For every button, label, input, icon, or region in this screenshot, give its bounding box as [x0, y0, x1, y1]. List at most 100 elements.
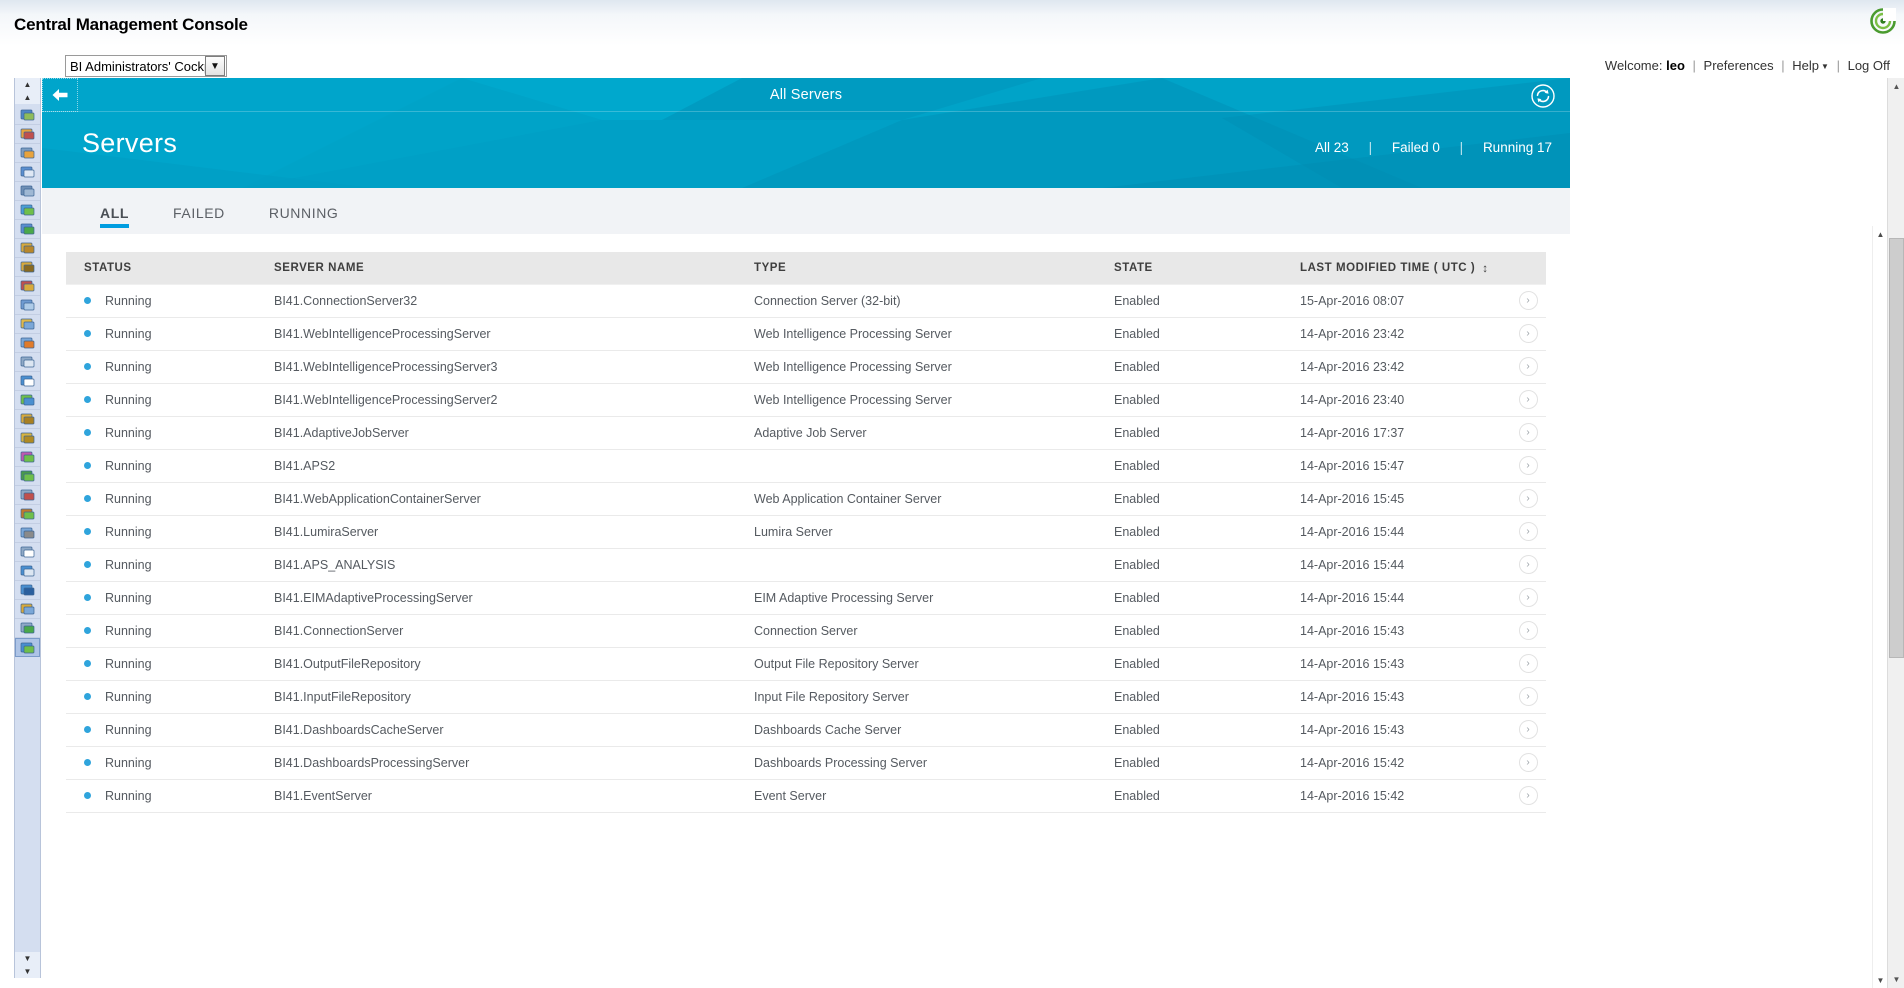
chevron-right-icon[interactable]: › — [1518, 489, 1538, 508]
table-row[interactable]: Running BI41.EIMAdaptiveProcessingServer E… — [66, 581, 1546, 615]
rail-users-icon[interactable] — [15, 125, 40, 144]
list-scrollbar[interactable]: ▲ ▼ — [1872, 226, 1887, 988]
table-row[interactable]: Running BI41.WebIntelligenceProcessingSer… — [66, 350, 1546, 384]
rail-lock-icon[interactable] — [15, 410, 40, 429]
rail-query-icon[interactable] — [15, 486, 40, 505]
table-row[interactable]: Running BI41.LumiraServer Lumira Server Ena… — [66, 515, 1546, 549]
rail-promotion-icon[interactable] — [15, 448, 40, 467]
list-scroll-up-button[interactable]: ▲ — [1873, 226, 1888, 242]
cell-status: Running — [66, 416, 256, 450]
table-row[interactable]: Running BI41.DashboardsCacheServer Dashboa… — [66, 713, 1546, 747]
table-row[interactable]: Running BI41.WebIntelligenceProcessingSer… — [66, 383, 1546, 417]
table-row[interactable]: Running BI41.ConnectionServer32 Connection… — [66, 283, 1546, 318]
rail-user-settings-icon[interactable] — [15, 277, 40, 296]
column-header-server-name[interactable]: SERVER NAME — [256, 252, 736, 284]
rail-package-icon[interactable] — [15, 505, 40, 524]
rail-audit-icon[interactable] — [15, 581, 40, 600]
rail-grid-icon[interactable] — [15, 296, 40, 315]
chevron-right-icon[interactable]: › — [1518, 324, 1538, 343]
chevron-right-icon[interactable]: › — [1518, 522, 1538, 541]
chevron-down-icon[interactable]: ▼ — [1821, 62, 1829, 71]
rail-key-icon[interactable] — [15, 429, 40, 448]
rail-sessions-icon[interactable] — [15, 600, 40, 619]
count-running[interactable]: Running 17 — [1483, 140, 1552, 155]
chevron-right-icon[interactable]: › — [1518, 687, 1538, 706]
left-icon-rail[interactable]: ▲ ▲ ▼ ▼ — [14, 78, 41, 978]
rail-database-icon[interactable] — [15, 182, 40, 201]
rail-inbox-icon[interactable] — [15, 163, 40, 182]
table-row[interactable]: Running BI41.ConnectionServer Connection S… — [66, 614, 1546, 648]
count-failed[interactable]: Failed 0 — [1392, 140, 1440, 155]
rail-scroll-up-button[interactable]: ▲ — [15, 91, 40, 104]
chevron-right-icon[interactable]: › — [1518, 555, 1538, 574]
page-scroll-down-button[interactable]: ▼ — [1888, 971, 1904, 988]
refresh-icon[interactable] — [1530, 83, 1556, 109]
rail-list-icon[interactable] — [15, 353, 40, 372]
table-row[interactable]: Running BI41.WebApplicationContainerServe… — [66, 482, 1546, 516]
page-scrollbar[interactable]: ▲ ▼ — [1887, 78, 1904, 988]
table-row[interactable]: Running BI41.WebIntelligenceProcessingSer… — [66, 317, 1546, 351]
column-header-last-modified-time[interactable]: LAST MODIFIED TIME ( UTC ) ↕ — [1282, 252, 1492, 284]
cell-type: EIM Adaptive Processing Server — [736, 581, 1096, 615]
cell-state: Enabled — [1096, 383, 1282, 417]
table-row[interactable]: Running BI41.AdaptiveJobServer Adaptive Jo… — [66, 416, 1546, 450]
rail-copy-check-icon[interactable] — [15, 619, 40, 638]
chevron-right-icon[interactable]: › — [1518, 456, 1538, 475]
column-header-state[interactable]: STATE — [1096, 252, 1282, 284]
column-header-status[interactable]: STATUS — [66, 252, 256, 284]
rail-universe-icon[interactable] — [15, 201, 40, 220]
table-row[interactable]: Running BI41.APS2 Enabled 14-Apr-2016 15:47… — [66, 449, 1546, 483]
chevron-right-icon[interactable]: › — [1518, 621, 1538, 640]
rail-servers-icon[interactable] — [15, 638, 40, 657]
count-all[interactable]: All 23 — [1315, 140, 1349, 155]
tab-all[interactable]: ALL — [100, 188, 130, 234]
rail-scroll-down-button[interactable]: ▼ — [15, 952, 40, 965]
chevron-right-icon[interactable]: › — [1518, 291, 1538, 310]
back-arrow-icon[interactable] — [42, 78, 78, 112]
status-dot-icon — [84, 560, 91, 568]
rail-folder-key-icon[interactable] — [15, 258, 40, 277]
chevron-right-icon[interactable]: › — [1518, 654, 1538, 673]
cockpit-select[interactable]: BI Administrators' Cockpit ▼ — [65, 55, 227, 77]
chevron-right-icon[interactable]: › — [1518, 390, 1538, 409]
table-row[interactable]: Running BI41.APS_ANALYSIS Enabled 14-Apr-20… — [66, 548, 1546, 582]
rail-connections-icon[interactable] — [15, 220, 40, 239]
preferences-link[interactable]: Preferences — [1704, 58, 1774, 73]
chevron-down-icon[interactable]: ▼ — [205, 56, 225, 76]
chevron-right-icon[interactable]: › — [1518, 786, 1538, 805]
column-header-type[interactable]: TYPE — [736, 252, 1096, 284]
tab-failed[interactable]: FAILED — [173, 188, 225, 234]
chevron-right-icon[interactable]: › — [1518, 357, 1538, 376]
table-row[interactable]: Running BI41.EventServer Event Server Enabl… — [66, 779, 1546, 813]
list-scroll-down-button[interactable]: ▼ — [1873, 972, 1888, 988]
table-row[interactable]: Running BI41.InputFileRepository Input Fil… — [66, 680, 1546, 714]
cell-status: Running — [66, 713, 256, 747]
help-link[interactable]: Help — [1792, 58, 1819, 73]
rail-events-alert-icon[interactable] — [15, 334, 40, 353]
sort-arrows-icon[interactable]: ↕ — [1482, 263, 1488, 275]
rail-user-group-icon[interactable] — [15, 144, 40, 163]
rail-calendar-grid-icon[interactable] — [15, 315, 40, 334]
rail-scroll-top-button[interactable]: ▲ — [15, 78, 40, 91]
chevron-right-icon[interactable]: › — [1518, 588, 1538, 607]
tab-running[interactable]: RUNNING — [269, 188, 339, 234]
rail-scroll-bottom-button[interactable]: ▼ — [15, 965, 40, 978]
chevron-right-icon[interactable]: › — [1518, 423, 1538, 442]
rail-folders-icon[interactable] — [15, 106, 40, 125]
rail-monitor-icon[interactable] — [15, 562, 40, 581]
page-scroll-up-button[interactable]: ▲ — [1888, 78, 1904, 95]
rail-gold-cylinder-icon[interactable] — [15, 239, 40, 258]
chevron-right-icon[interactable]: › — [1518, 753, 1538, 772]
table-row[interactable]: Running BI41.OutputFileRepository Output F… — [66, 647, 1546, 681]
rail-license-icon[interactable] — [15, 391, 40, 410]
table-row[interactable]: Running BI41.DashboardsProcessingServer Da… — [66, 746, 1546, 780]
log-off-link[interactable]: Log Off — [1848, 58, 1890, 73]
rail-info-icon[interactable] — [15, 372, 40, 391]
rail-clipboard-icon[interactable] — [15, 543, 40, 562]
cell-server-name: BI41.APS2 — [256, 449, 736, 483]
cell-status: Running — [66, 581, 256, 615]
chevron-right-icon[interactable]: › — [1518, 720, 1538, 739]
rail-settings-doc-icon[interactable] — [15, 524, 40, 543]
rail-green-bars-icon[interactable] — [15, 467, 40, 486]
page-scrollbar-thumb[interactable] — [1889, 238, 1904, 658]
